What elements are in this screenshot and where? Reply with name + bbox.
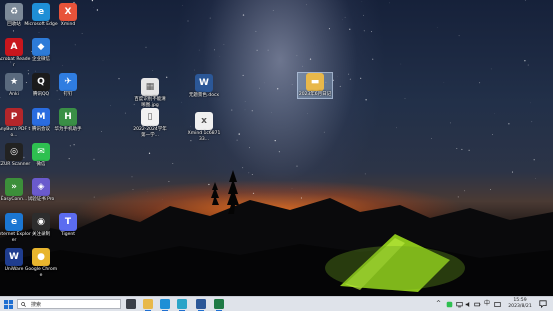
easyconnect-icon: » [5, 178, 23, 196]
doc-file-icon: ▯ [141, 108, 159, 126]
tent-light [325, 246, 465, 290]
tray-overflow-chevron-icon[interactable]: ^ [436, 300, 441, 308]
tray-keyboard-icon[interactable] [494, 301, 501, 308]
huawei-icon: H [59, 108, 77, 126]
tray-app-icon[interactable] [446, 301, 453, 308]
desktop[interactable]: ♻ 回收站 e Microsoft Edge X Xmind A Acrobat Reader… [0, 0, 553, 296]
desktop-shortcut[interactable]: ✉ 微信 [24, 143, 58, 168]
desktop-shortcut[interactable]: ◈ 试验证书 Pro [24, 178, 58, 203]
edge-icon: e [32, 3, 50, 21]
search-placeholder: 搜索 [31, 302, 42, 308]
desktop-shortcut-label: 百度识别不能清晰图.jpg [134, 97, 166, 108]
recycle-bin-icon: ♻ [5, 3, 23, 21]
desktop-shortcut[interactable]: ◆ 企业微信 [24, 38, 58, 63]
desktop-shortcut[interactable]: H 华为手机助手 [51, 108, 85, 133]
taskbar-clock[interactable]: 15:59 2023/8/21 [505, 298, 535, 310]
desktop-shortcut-label: 企业微信 [32, 57, 50, 62]
uniware-icon: W [5, 248, 23, 266]
wallpaper-scenery [0, 170, 553, 296]
tray-input-language[interactable]: 中 [484, 300, 490, 308]
trial-icon: ◈ [32, 178, 50, 196]
xmind-file-icon: x [195, 112, 213, 130]
wechat-icon: ✉ [32, 143, 50, 161]
desktop-shortcut[interactable]: ▦ 百度识别不能清晰图.jpg [133, 78, 167, 108]
clock-date: 2023/8/21 [508, 304, 532, 309]
tree-left [211, 182, 219, 205]
jpg-file-icon: ▦ [141, 78, 159, 96]
anki-icon: ★ [5, 73, 23, 91]
taskbar-search-input[interactable]: 搜索 [17, 299, 121, 309]
excel-taskbar-icon[interactable] [214, 299, 224, 311]
tiger-icon: T [59, 213, 77, 231]
tray-network-icon[interactable] [456, 301, 463, 308]
desktop-shortcut-label: Google Chrome [24, 267, 58, 278]
desktop-shortcut-label: 2023年6月日记 [298, 92, 332, 97]
notification-center-icon[interactable] [539, 300, 547, 308]
desktop-shortcut[interactable]: ▬ 2023年6月日记 [297, 72, 333, 99]
tray-speaker-icon[interactable] [465, 301, 472, 308]
edge-taskbar-icon[interactable] [160, 299, 170, 311]
desktop-shortcut-label: Xmind [60, 22, 76, 27]
desktop-shortcut[interactable]: ● Google Chrome [24, 248, 58, 278]
desktop-shortcut[interactable]: ▯ 2022-2024学年第一学... [133, 108, 167, 138]
docx-file-icon: W [195, 74, 213, 92]
task-view-icon[interactable] [126, 299, 136, 309]
desktop-shortcut-label: 微信 [36, 162, 46, 167]
file-explorer-icon[interactable] [143, 299, 153, 311]
xmind-icon: X [59, 3, 77, 21]
feishu-icon: ✈ [59, 73, 77, 91]
czur-icon: ◎ [5, 143, 23, 161]
enterprise-wechat-icon: ◆ [32, 38, 50, 56]
word-taskbar-icon[interactable] [196, 299, 206, 311]
ie-icon: e [5, 213, 23, 231]
desktop-shortcut-label: Xmind 1c687133... [187, 131, 221, 142]
desktop-shortcut-label: Tigent [60, 232, 76, 237]
qq-icon: Q [32, 73, 50, 91]
edge-dev-taskbar-icon[interactable] [177, 299, 187, 311]
obs-icon: ◉ [32, 213, 50, 231]
desktop-shortcut[interactable]: W 无题景色.docx [187, 74, 221, 99]
taskbar: 搜索 ^ 中 15:59 2023/8/21 [0, 296, 553, 311]
desktop-shortcut[interactable]: X Xmind [51, 3, 85, 28]
desktop-shortcut-label: 2022-2024学年第一学... [133, 127, 167, 138]
search-icon [21, 302, 26, 307]
desktop-shortcut-label: 无题景色.docx [188, 93, 220, 98]
acrobat-icon: A [5, 38, 23, 56]
chrome-icon: ● [32, 248, 50, 266]
desktop-shortcut-label: 华为手机助手 [54, 127, 82, 132]
tencent-meeting-icon: M [32, 108, 50, 126]
desktop-shortcut[interactable]: T Tigent [51, 213, 85, 238]
desktop-shortcut[interactable]: x Xmind 1c687133... [187, 112, 221, 142]
desktop-shortcut[interactable]: ✈ 钉钉 [51, 73, 85, 98]
desktop-shortcut-label: 钉钉 [63, 92, 73, 97]
folder-icon: ▬ [306, 73, 324, 91]
anyburn-icon: P [5, 108, 23, 126]
windows-start-icon[interactable] [4, 300, 13, 309]
desktop-shortcut-label: 试验证书 Pro [27, 197, 55, 202]
tray-battery-icon[interactable] [474, 301, 481, 308]
